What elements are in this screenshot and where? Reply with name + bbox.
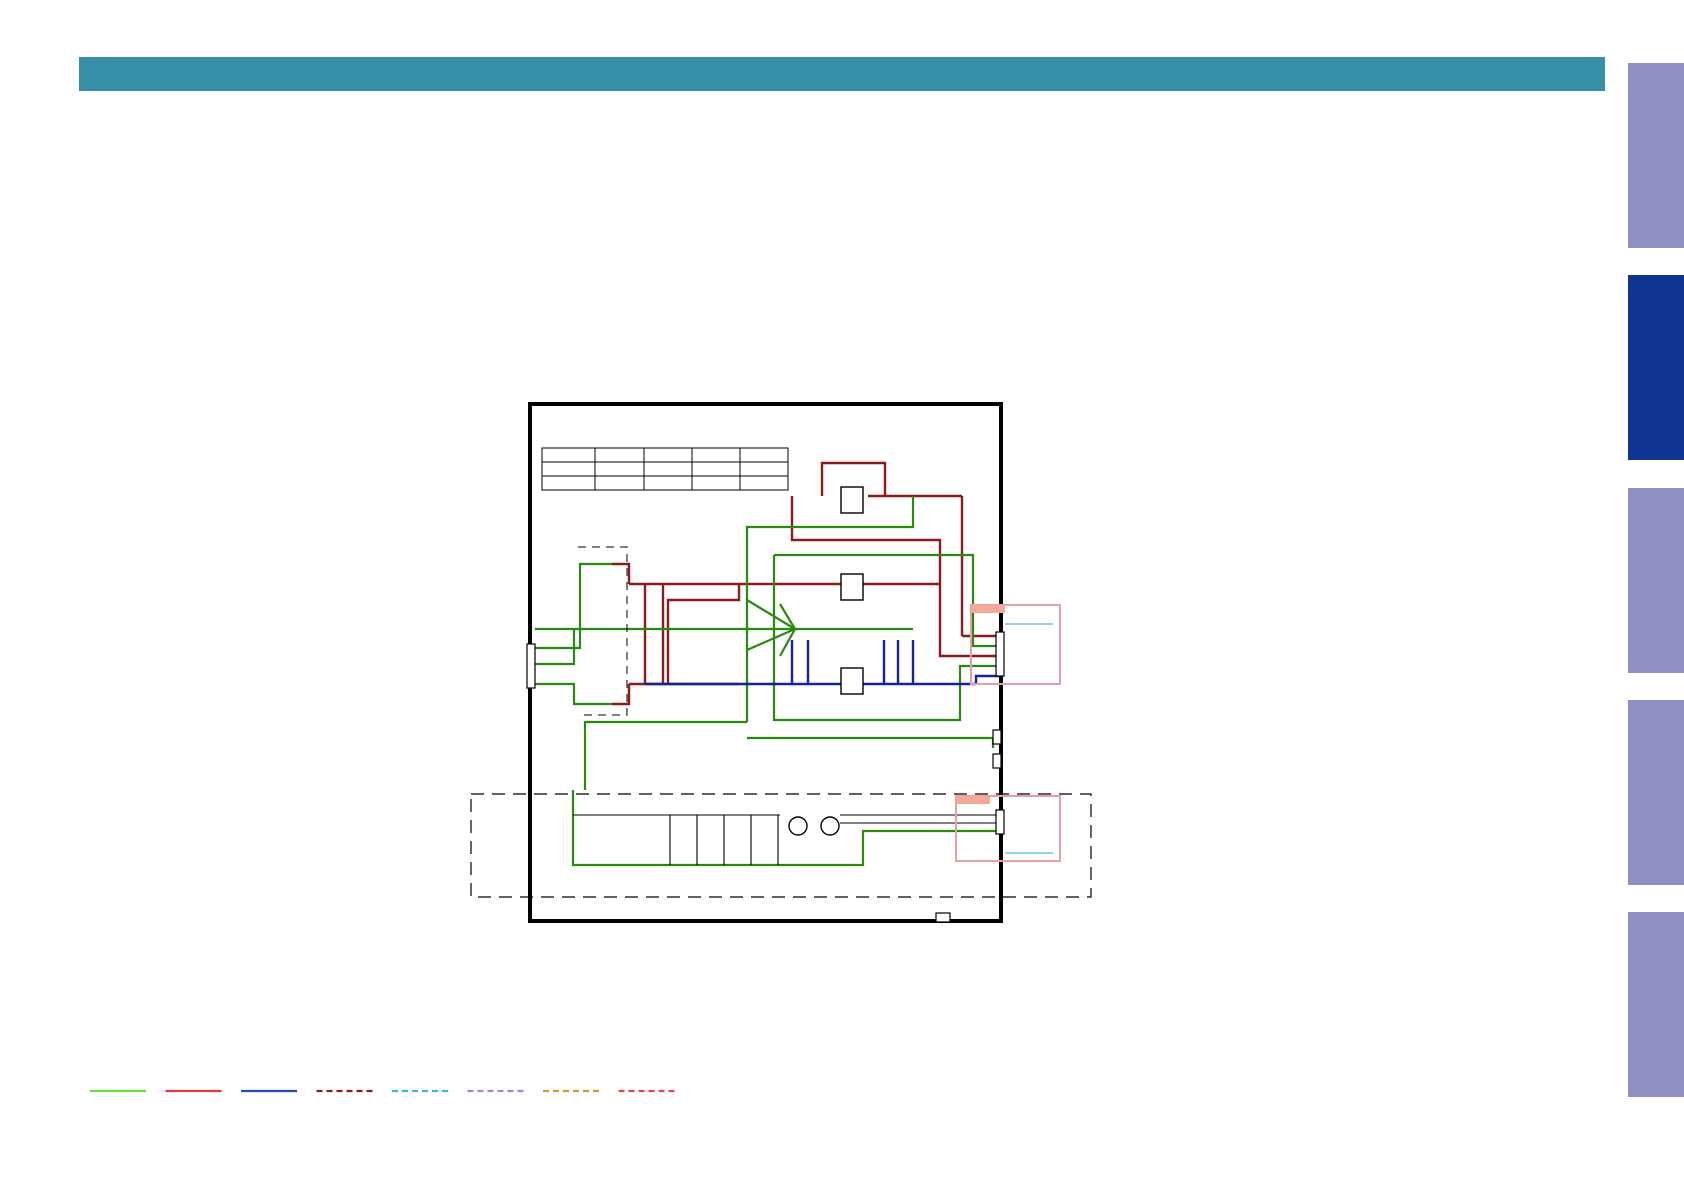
schematic-diagram	[470, 402, 1092, 923]
board-outline	[528, 402, 1003, 923]
green-wires	[535, 496, 1000, 867]
red-wires	[612, 461, 1000, 706]
highlight-tag-1	[971, 605, 1005, 613]
signal-wires	[573, 814, 1000, 865]
inner-dashed-group	[578, 546, 628, 716]
blue-wires	[645, 640, 1000, 686]
connectors	[526, 631, 1005, 923]
spec-table	[541, 447, 789, 491]
highlight-tag-2	[956, 796, 990, 804]
